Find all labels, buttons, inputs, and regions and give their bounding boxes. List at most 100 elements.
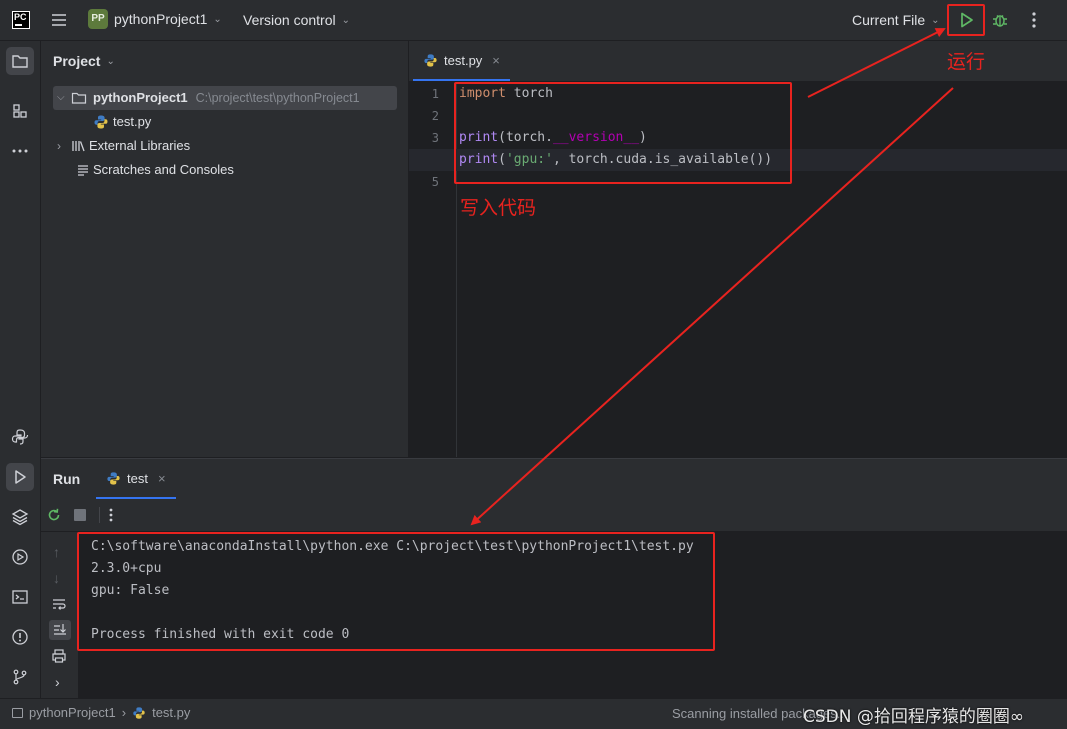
code-highlight — [454, 82, 792, 184]
line-number: 1 — [431, 87, 439, 101]
more-horizontal-icon — [12, 149, 28, 153]
more-actions-button[interactable] — [1026, 10, 1042, 30]
line-gutter: 1 2 3 4 5 — [409, 83, 449, 193]
scratches-icon — [78, 165, 88, 176]
python-file-icon — [133, 706, 145, 719]
project-panel: Project ⌄ ⌵ pythonProject1 C:\project\te… — [41, 41, 409, 457]
layers-tool-button[interactable] — [6, 503, 34, 531]
run-tab-test[interactable]: test × — [96, 459, 176, 499]
warning-circle-icon — [12, 629, 28, 645]
vcs-menu[interactable]: Version control ⌄ — [243, 12, 350, 28]
tree-item-external-libraries[interactable]: › External Libraries — [53, 134, 190, 158]
main-menu-button[interactable] — [50, 11, 68, 29]
run-toolbar — [41, 499, 1067, 532]
chevron-down-icon: ⌄ — [341, 14, 350, 26]
breadcrumb-project[interactable]: pythonProject1 — [29, 705, 116, 720]
editor-tab-test-py[interactable]: test.py × — [413, 41, 510, 81]
chevron-down-icon: ⌵ — [57, 92, 65, 103]
line-number: 2 — [431, 109, 439, 123]
tree-item-path: C:\project\test\pythonProject1 — [195, 91, 360, 105]
title-bar: PC PP pythonProject1 ⌄ Version control ⌄… — [0, 0, 1067, 41]
services-icon — [12, 549, 28, 565]
terminal-icon — [12, 590, 28, 604]
more-vertical-icon — [1032, 12, 1036, 28]
python-file-icon — [94, 115, 108, 129]
left-tool-strip — [0, 41, 41, 698]
run-panel-title: Run — [53, 471, 81, 487]
more-vertical-icon — [109, 508, 113, 522]
project-panel-title: Project — [53, 53, 101, 69]
structure-tool-button[interactable] — [6, 97, 34, 125]
git-branch-icon — [13, 669, 27, 685]
run-icon — [15, 470, 26, 484]
problems-tool-button[interactable] — [6, 623, 34, 651]
structure-icon — [13, 104, 27, 118]
tab-label: test — [127, 470, 148, 486]
python-packages-button[interactable] — [6, 423, 34, 451]
rerun-icon — [48, 508, 60, 521]
rerun-button[interactable] — [46, 507, 62, 523]
tree-item-label: Scratches and Consoles — [93, 162, 234, 177]
console-highlight — [77, 532, 715, 651]
code-annotation-label: 写入代码 — [460, 197, 537, 219]
services-tool-button[interactable] — [6, 543, 34, 571]
status-bar: pythonProject1 › test.py Scanning instal… — [0, 698, 1067, 729]
tree-item-label: test.py — [113, 114, 152, 129]
project-switcher[interactable]: PP pythonProject1 ⌄ — [88, 9, 222, 29]
soft-wrap-button[interactable] — [51, 596, 67, 612]
hamburger-icon — [52, 14, 66, 26]
expand-button[interactable]: › — [55, 674, 60, 690]
line-number: 5 — [431, 175, 439, 189]
scroll-up-button[interactable]: ↑ — [53, 544, 60, 560]
line-number: 3 — [431, 131, 439, 145]
chevron-right-icon: › — [57, 139, 61, 153]
run-config-selector[interactable]: Current File ⌄ — [852, 12, 940, 28]
breadcrumb: pythonProject1 › test.py — [12, 705, 190, 720]
vcs-label: Version control — [243, 12, 336, 28]
close-icon[interactable]: × — [158, 471, 166, 486]
scroll-down-button[interactable]: ↓ — [53, 570, 60, 586]
library-icon — [72, 141, 85, 152]
python-icon — [11, 429, 29, 445]
run-tool-button[interactable] — [6, 463, 34, 491]
folder-icon — [71, 92, 87, 104]
breadcrumb-file[interactable]: test.py — [152, 705, 190, 720]
print-icon — [52, 649, 66, 663]
scroll-to-end-button[interactable] — [49, 620, 71, 640]
run-side-toolbar: ↑ ↓ › — [41, 532, 78, 699]
more-tools-button[interactable] — [6, 137, 34, 165]
app-logo: PC — [12, 11, 30, 29]
tree-item-label: External Libraries — [89, 138, 191, 153]
tree-item-project-root[interactable]: ⌵ pythonProject1 C:\project\test\pythonP… — [53, 86, 397, 110]
folder-icon — [12, 707, 23, 718]
chevron-right-icon: › — [121, 705, 127, 720]
tree-item-test-py[interactable]: test.py — [93, 110, 151, 134]
close-icon[interactable]: × — [492, 53, 500, 68]
wrap-icon — [53, 599, 66, 610]
project-tool-button[interactable] — [6, 47, 34, 75]
chevron-down-icon: ⌄ — [106, 55, 115, 67]
python-file-icon — [424, 53, 437, 67]
run-config-label: Current File — [852, 12, 926, 28]
chevron-down-icon: ⌄ — [931, 14, 940, 26]
chevron-down-icon: ⌄ — [213, 13, 222, 25]
debug-button[interactable] — [990, 10, 1010, 30]
python-file-icon — [107, 471, 120, 485]
project-name: pythonProject1 — [114, 11, 208, 27]
scroll-end-icon — [54, 624, 66, 635]
layers-icon — [11, 509, 29, 526]
stop-button[interactable] — [74, 509, 86, 521]
run-more-button[interactable] — [105, 507, 117, 523]
git-tool-button[interactable] — [6, 663, 34, 691]
tab-label: test.py — [444, 52, 483, 68]
debug-icon — [993, 15, 1007, 27]
tree-item-scratches[interactable]: Scratches and Consoles — [75, 158, 234, 182]
terminal-tool-button[interactable] — [6, 583, 34, 611]
run-toolbar-divider — [99, 507, 100, 523]
folder-icon — [12, 55, 28, 68]
project-panel-header[interactable]: Project ⌄ — [53, 53, 115, 69]
project-badge: PP — [88, 9, 108, 29]
print-button[interactable] — [51, 648, 67, 664]
watermark: CSDN @拾回程序猿的圈圈∞ — [803, 707, 1025, 727]
run-panel-header: Run test × — [41, 459, 1067, 499]
